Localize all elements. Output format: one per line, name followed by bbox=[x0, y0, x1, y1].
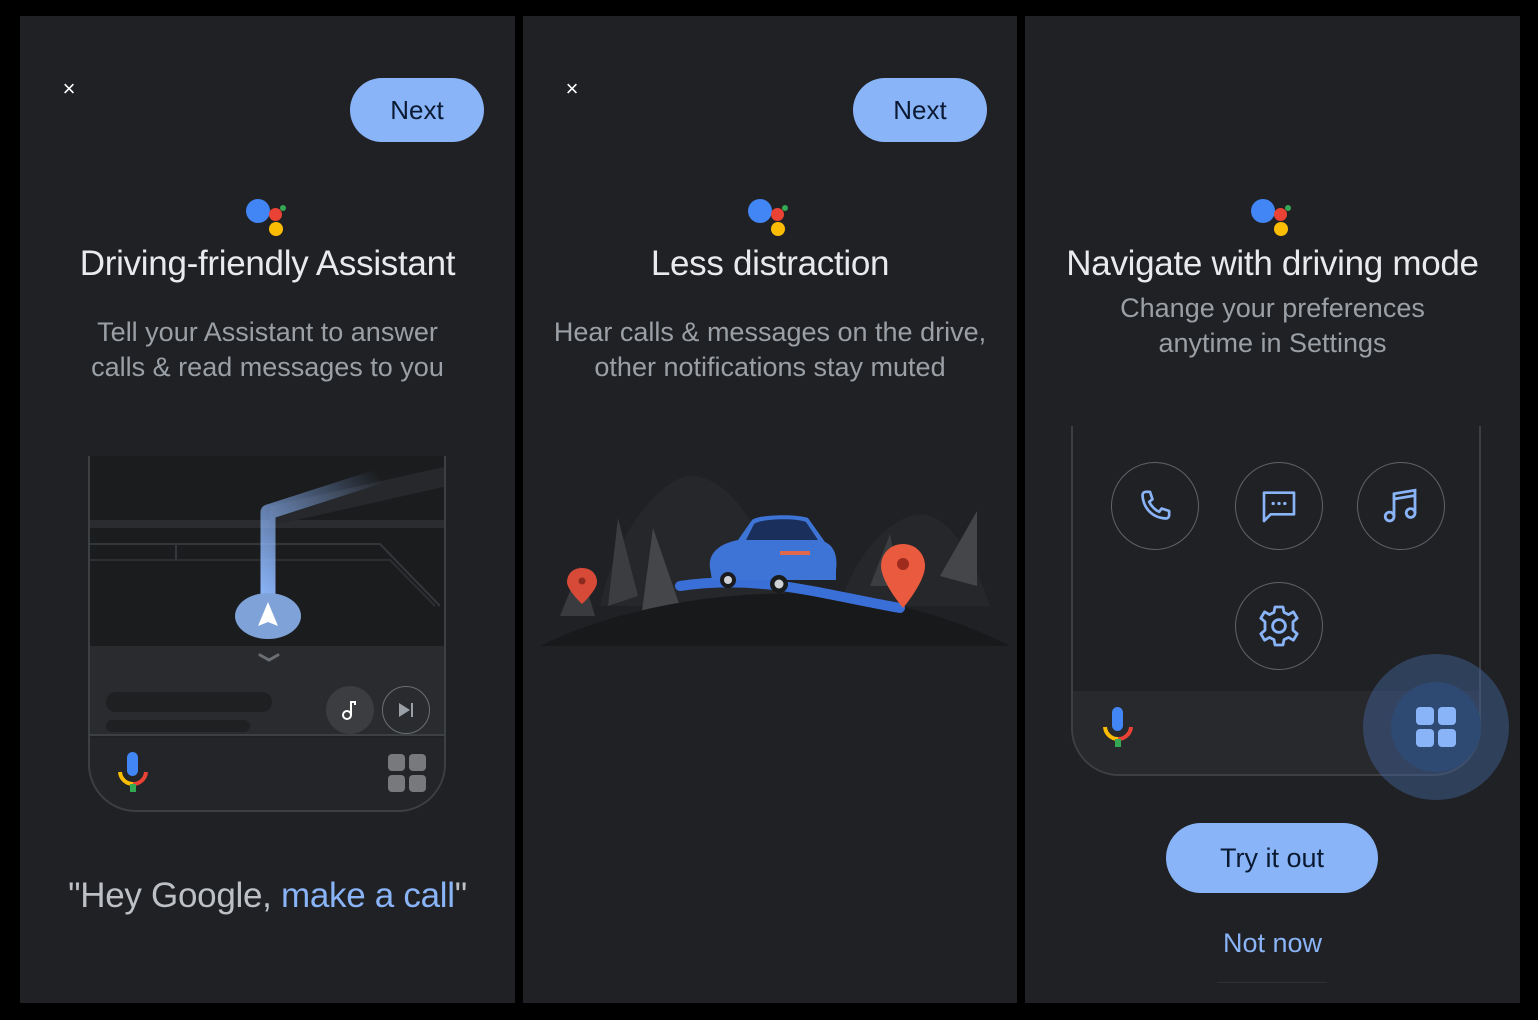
subtitle-line: other notifications stay muted bbox=[594, 352, 946, 382]
bottom-bar bbox=[90, 738, 444, 810]
panel-title: Navigate with driving mode bbox=[1066, 244, 1479, 283]
close-button[interactable]: × bbox=[561, 78, 583, 100]
messages-app-button[interactable] bbox=[1235, 462, 1323, 550]
microphone-icon[interactable] bbox=[116, 752, 150, 794]
google-assistant-logo bbox=[245, 199, 290, 239]
subtitle-line: Change your preferences bbox=[1120, 293, 1425, 323]
panel-title: Driving-friendly Assistant bbox=[79, 244, 456, 283]
skip-next-button[interactable] bbox=[382, 686, 430, 734]
voice-command-example: "Hey Google, make a call" bbox=[20, 876, 515, 916]
next-button[interactable]: Next bbox=[350, 78, 484, 142]
map-area bbox=[90, 456, 444, 646]
panel-subtitle: Hear calls & messages on the drive, othe… bbox=[523, 315, 1017, 385]
music-icon bbox=[1383, 488, 1417, 523]
close-icon: × bbox=[62, 76, 76, 101]
divider bbox=[1217, 982, 1327, 983]
panel-title: Less distraction bbox=[650, 244, 890, 283]
navigation-screen-illustration bbox=[88, 456, 446, 812]
onboarding-panel-less-distraction: × Next Less distraction Hear calls & mes… bbox=[523, 16, 1017, 1003]
music-source-button[interactable] bbox=[326, 686, 374, 734]
gear-icon bbox=[1259, 605, 1299, 647]
music-note-icon bbox=[342, 701, 356, 720]
quote-suffix: " bbox=[454, 876, 467, 915]
phone-app-button[interactable] bbox=[1111, 462, 1199, 550]
skip-next-icon bbox=[399, 703, 413, 717]
next-button[interactable]: Next bbox=[853, 78, 987, 142]
track-artist-placeholder bbox=[106, 720, 250, 732]
not-now-button[interactable]: Not now bbox=[1025, 928, 1520, 959]
subtitle-line: Tell your Assistant to answer bbox=[97, 317, 438, 347]
car-on-road-illustration bbox=[540, 476, 1010, 646]
app-grid-icon[interactable] bbox=[388, 754, 426, 792]
quote-highlight: make a call bbox=[280, 876, 455, 915]
app-launcher-button[interactable] bbox=[1391, 682, 1481, 772]
settings-app-button[interactable] bbox=[1235, 582, 1323, 670]
quote-prefix: "Hey Google, bbox=[68, 876, 281, 915]
google-assistant-logo bbox=[748, 199, 792, 239]
microphone-icon[interactable] bbox=[1101, 705, 1135, 751]
subtitle-line: calls & read messages to you bbox=[91, 352, 444, 382]
subtitle-line: anytime in Settings bbox=[1158, 328, 1387, 358]
panel-subtitle: Change your preferences anytime in Setti… bbox=[1025, 291, 1520, 361]
chevron-down-icon[interactable] bbox=[257, 653, 281, 663]
app-grid-icon bbox=[1416, 707, 1456, 747]
phone-icon bbox=[1141, 490, 1171, 520]
subtitle-line: Hear calls & messages on the drive, bbox=[553, 317, 987, 347]
track-title-placeholder bbox=[106, 692, 272, 712]
map-roads bbox=[90, 466, 444, 639]
music-app-button[interactable] bbox=[1357, 462, 1445, 550]
message-icon bbox=[1262, 491, 1296, 523]
onboarding-panel-driving-mode: Navigate with driving mode Change your p… bbox=[1025, 16, 1520, 1003]
try-it-out-button[interactable]: Try it out bbox=[1166, 823, 1378, 893]
close-icon: × bbox=[565, 76, 579, 101]
panel-subtitle: Tell your Assistant to answer calls & re… bbox=[20, 315, 515, 385]
close-button[interactable]: × bbox=[58, 78, 80, 100]
onboarding-panel-driving-friendly: × Next Driving-friendly Assistant Tell y… bbox=[20, 16, 515, 1003]
google-assistant-logo bbox=[1250, 199, 1295, 239]
media-card bbox=[90, 646, 444, 736]
